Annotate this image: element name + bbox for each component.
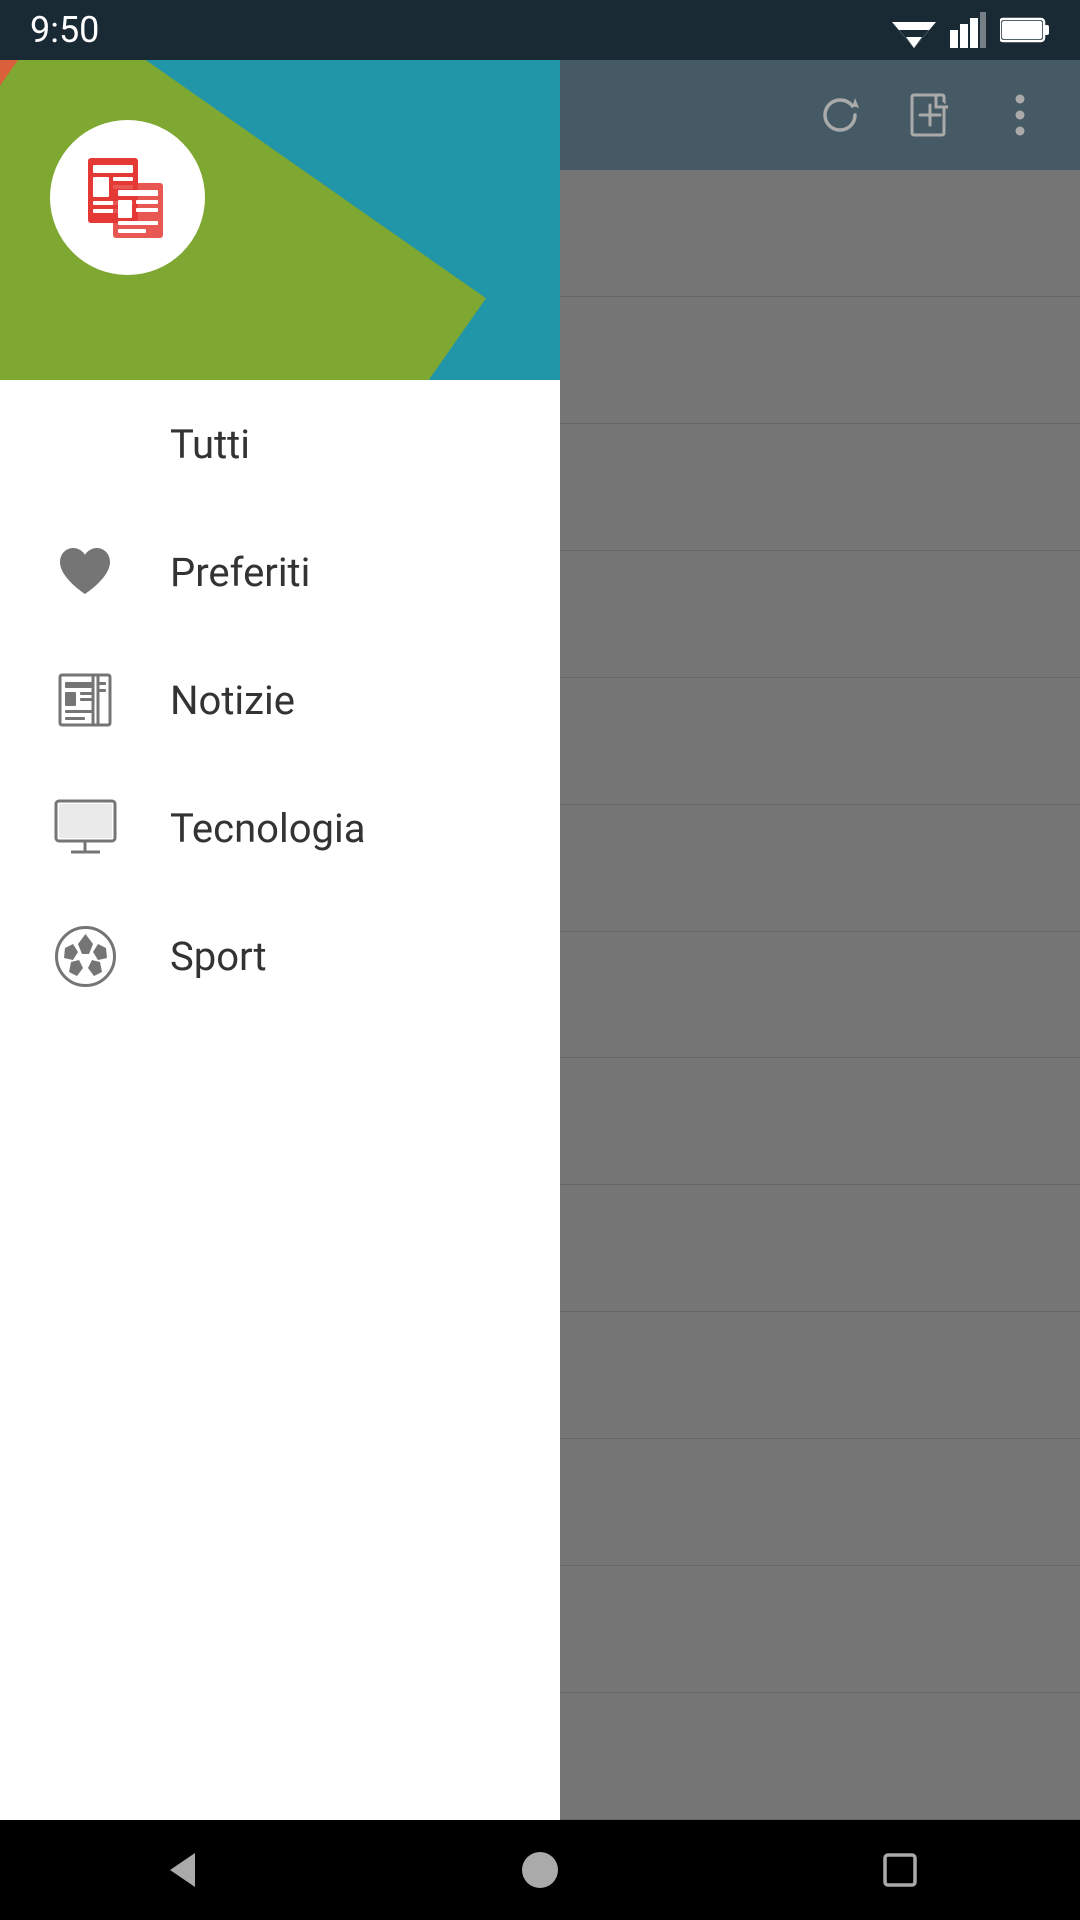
app-logo-icon	[83, 153, 173, 243]
toolbar	[560, 60, 1080, 170]
refresh-icon	[817, 92, 863, 138]
drawer-items: Tutti Preferiti	[0, 380, 560, 1820]
bottom-nav	[0, 1820, 1080, 1920]
status-icons	[892, 12, 1050, 48]
signal-icon	[950, 12, 986, 48]
drawer-item-notizie-label: Notizie	[170, 677, 295, 724]
battery-icon	[1000, 15, 1050, 45]
right-row-7	[560, 932, 1080, 1059]
drawer-item-sport[interactable]: Sport	[0, 892, 560, 1020]
add-button[interactable]	[890, 75, 970, 155]
wifi-icon	[892, 12, 936, 48]
right-row-11	[560, 1439, 1080, 1566]
drawer-item-notizie[interactable]: Notizie	[0, 636, 560, 764]
more-icon	[1013, 92, 1027, 138]
right-row-12	[560, 1566, 1080, 1693]
right-row-9	[560, 1185, 1080, 1312]
drawer-item-tutti[interactable]: Tutti	[0, 380, 560, 508]
right-row-1	[560, 170, 1080, 297]
right-row-8	[560, 1058, 1080, 1185]
right-row-13	[560, 1693, 1080, 1820]
right-panel	[560, 60, 1080, 1820]
main-layout: Tutti Preferiti	[0, 60, 1080, 1820]
drawer-item-tecnologia-label: Tecnologia	[170, 805, 365, 852]
heart-icon	[50, 537, 120, 607]
right-row-3	[560, 424, 1080, 551]
right-row-4	[560, 551, 1080, 678]
right-row-2	[560, 297, 1080, 424]
status-bar: 9:50	[0, 0, 1080, 60]
newspaper-icon	[50, 665, 120, 735]
status-time: 9:50	[30, 9, 99, 51]
add-file-icon	[909, 92, 951, 138]
drawer-item-tecnologia[interactable]: Tecnologia	[0, 764, 560, 892]
drawer-item-sport-label: Sport	[170, 933, 267, 980]
drawer-header	[0, 60, 560, 380]
drawer: Tutti Preferiti	[0, 60, 560, 1820]
back-button[interactable]	[130, 1835, 230, 1905]
right-row-10	[560, 1312, 1080, 1439]
right-content-rows	[560, 170, 1080, 1820]
soccer-icon	[50, 921, 120, 991]
recents-button[interactable]	[850, 1835, 950, 1905]
drawer-item-preferiti[interactable]: Preferiti	[0, 508, 560, 636]
home-button[interactable]	[490, 1835, 590, 1905]
recents-icon	[875, 1845, 925, 1895]
app-logo	[50, 120, 205, 275]
right-row-5	[560, 678, 1080, 805]
monitor-icon	[50, 793, 120, 863]
home-icon	[515, 1845, 565, 1895]
more-button[interactable]	[980, 75, 1060, 155]
drawer-item-preferiti-label: Preferiti	[170, 549, 310, 596]
right-row-6	[560, 805, 1080, 932]
refresh-button[interactable]	[800, 75, 880, 155]
back-icon	[155, 1845, 205, 1895]
drawer-item-tutti-label: Tutti	[170, 421, 250, 468]
